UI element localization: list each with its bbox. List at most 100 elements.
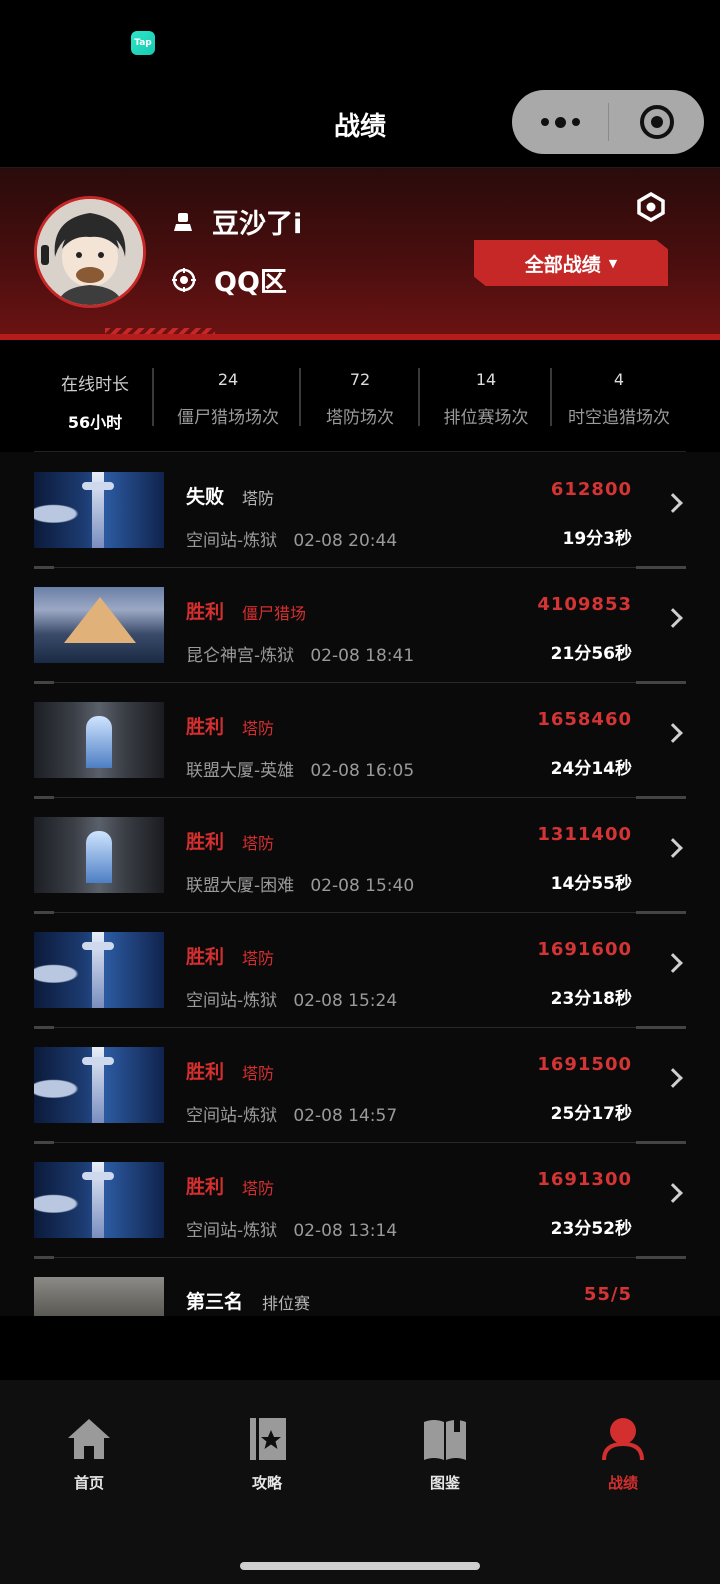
match-map-time: 空间站-炼狱 02-08 14:57 (186, 1101, 397, 1126)
match-score: 1691500 (537, 1054, 632, 1075)
filter-records-dropdown[interactable]: 全部战绩 ▼ (474, 240, 668, 286)
match-duration: 25分17秒 (550, 1104, 632, 1124)
match-duration: 14分55秒 (550, 874, 632, 894)
stat-value: 24 (217, 370, 239, 389)
close-mini-program-button[interactable] (609, 90, 704, 154)
more-menu-button[interactable] (512, 90, 608, 154)
match-map: 昆仑神宫-炼狱 (186, 646, 295, 666)
match-record-row[interactable]: 胜利 塔防 联盟大厦-英雄 02-08 16:05 1658460 24分14秒 (34, 682, 686, 799)
match-record-row[interactable]: 胜利 僵尸猎场 昆仑神宫-炼狱 02-08 18:41 4109853 21分5… (34, 567, 686, 684)
match-map: 联盟大厦-困难 (186, 876, 295, 896)
match-record-row[interactable]: 失败 塔防 空间站-炼狱 02-08 20:44 612800 19分3秒 (34, 452, 686, 569)
more-dot-icon (571, 118, 580, 126)
target-close-icon (639, 105, 674, 139)
match-time: 02-08 14:57 (293, 1106, 398, 1126)
stat-divider (152, 368, 154, 426)
stat-online-time: 在线时长 56小时 (34, 370, 156, 432)
match-score: 1311400 (537, 824, 632, 845)
stat-label: 排位赛场次 (443, 408, 529, 428)
player-name-row: 豆沙了i (172, 202, 302, 241)
bottom-tab-bar: 首页 攻略 图鉴 战绩 (0, 1380, 720, 1584)
match-result: 第三名 (186, 1291, 244, 1313)
tab-label: 战绩 (607, 1474, 638, 1492)
match-mode: 塔防 (242, 1179, 275, 1198)
tab-codex[interactable]: 图鉴 (400, 1416, 490, 1493)
match-record-row[interactable]: 胜利 塔防 空间站-炼狱 02-08 15:24 1691600 23分18秒 (34, 912, 686, 1029)
match-score: 612800 (550, 479, 632, 500)
match-duration: 24分14秒 (550, 759, 632, 779)
match-mode: 塔防 (242, 719, 275, 738)
map-thumbnail-alliance-tower (34, 702, 164, 778)
home-indicator[interactable] (240, 1562, 480, 1570)
match-result: 胜利 (186, 1176, 225, 1198)
map-thumbnail-space-station (34, 1047, 164, 1123)
match-time: 02-08 13:14 (293, 1221, 398, 1241)
player-zone-row: QQ区 (172, 260, 287, 299)
stat-tower-defense[interactable]: 72 塔防场次 (301, 370, 419, 430)
match-mode: 塔防 (242, 1064, 275, 1083)
match-map: 空间站-炼狱 (186, 1221, 278, 1241)
tab-guide[interactable]: 攻略 (222, 1416, 312, 1493)
match-record-row[interactable]: 胜利 塔防 联盟大厦-困难 02-08 15:40 1311400 14分55秒 (34, 797, 686, 914)
avatar[interactable] (34, 196, 146, 308)
match-mode: 塔防 (242, 949, 275, 968)
user-icon (174, 212, 192, 231)
match-record-list[interactable]: 失败 塔防 空间站-炼狱 02-08 20:44 612800 19分3秒 胜利… (0, 452, 720, 1316)
match-score: 1658460 (537, 709, 632, 730)
match-score: 1691300 (537, 1169, 632, 1190)
match-mode: 僵尸猎场 (242, 604, 307, 623)
chevron-right-icon (663, 493, 683, 513)
match-duration: 23分18秒 (550, 989, 632, 1009)
match-time: 02-08 20:44 (293, 531, 398, 551)
settings-hexagon-icon[interactable] (636, 192, 666, 222)
match-mode: 塔防 (242, 834, 275, 853)
match-map-time: 空间站-炼狱 02-08 20:44 (186, 526, 397, 551)
stat-label: 僵尸猎场场次 (177, 408, 279, 428)
profile-header: 豆沙了i QQ区 全部战绩 ▼ (0, 168, 720, 340)
stat-label: 在线时长 (61, 375, 129, 395)
match-time: 02-08 16:05 (310, 761, 415, 781)
match-duration: 21分56秒 (550, 644, 632, 664)
stat-time-hunt[interactable]: 4 时空追猎场次 (552, 370, 686, 430)
map-thumbnail-ranked (34, 1277, 164, 1316)
stat-value: 14 (475, 370, 497, 389)
map-thumbnail-space-station (34, 1162, 164, 1238)
chevron-right-icon (663, 608, 683, 628)
match-record-row[interactable]: 胜利 塔防 空间站-炼狱 02-08 13:14 1691300 23分52秒 (34, 1142, 686, 1259)
tab-label: 首页 (73, 1474, 104, 1492)
match-map-time: 联盟大厦-英雄 02-08 16:05 (186, 756, 414, 781)
match-map: 空间站-炼狱 (186, 991, 278, 1011)
tab-label: 攻略 (251, 1474, 282, 1492)
stats-summary: 在线时长 56小时 24 僵尸猎场场次 72 塔防场次 14 排位赛场次 4 时… (34, 340, 686, 452)
crosshair-icon (172, 267, 196, 292)
tab-label: 图鉴 (429, 1474, 460, 1492)
chevron-right-icon (663, 953, 683, 973)
avatar-image (37, 199, 143, 305)
match-result: 胜利 (186, 601, 225, 623)
match-score: 55/5 (583, 1284, 632, 1305)
taptap-app-icon: Tap (131, 31, 155, 55)
match-result: 失败 (186, 486, 225, 508)
stat-zombie-hunt[interactable]: 24 僵尸猎场场次 (156, 370, 300, 430)
chevron-right-icon (663, 838, 683, 858)
match-map-time: 昆仑神宫-炼狱 02-08 18:41 (186, 641, 414, 666)
match-map: 空间站-炼狱 (186, 531, 278, 551)
match-record-row[interactable]: 第三名 排位赛 55/5 (34, 1257, 686, 1316)
match-score: 4109853 (537, 594, 632, 615)
stat-ranked[interactable]: 14 排位赛场次 (420, 370, 552, 430)
map-thumbnail-alliance-tower (34, 817, 164, 893)
stat-label: 塔防场次 (326, 408, 394, 428)
match-result: 胜利 (186, 946, 225, 968)
status-bar: Tap (0, 0, 720, 84)
match-map: 联盟大厦-英雄 (186, 761, 295, 781)
match-record-row[interactable]: 胜利 塔防 空间站-炼狱 02-08 14:57 1691500 25分17秒 (34, 1027, 686, 1144)
match-time: 02-08 15:40 (310, 876, 415, 896)
tab-home[interactable]: 首页 (44, 1416, 134, 1493)
map-thumbnail-space-station (34, 932, 164, 1008)
mini-program-capsule (512, 90, 704, 154)
match-result: 胜利 (186, 1061, 225, 1083)
match-map-time: 空间站-炼狱 02-08 13:14 (186, 1216, 397, 1241)
more-dot-icon (554, 116, 566, 128)
tab-records[interactable]: 战绩 (578, 1416, 668, 1493)
match-time: 02-08 15:24 (293, 991, 398, 1011)
